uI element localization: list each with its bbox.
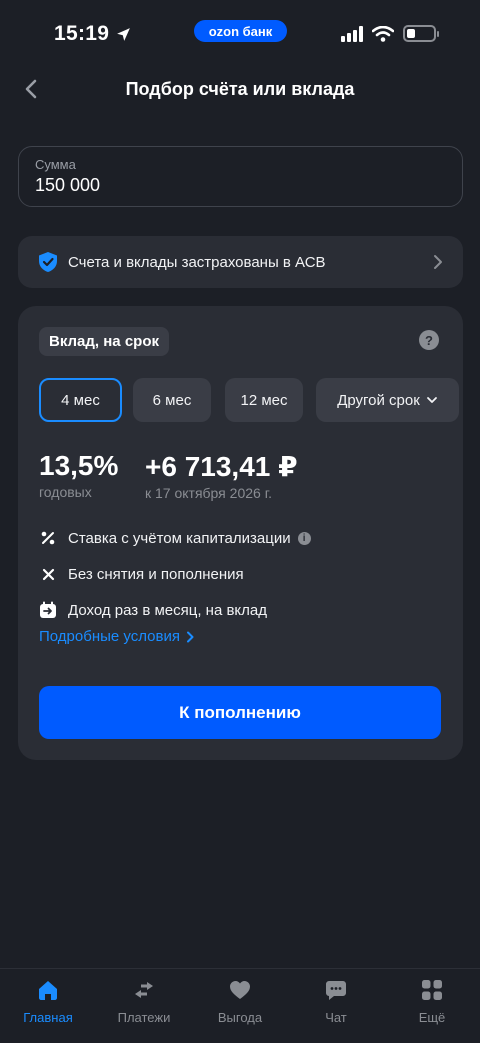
chevron-right-icon (434, 255, 442, 269)
term-chip-6[interactable]: 6 мес (133, 378, 211, 422)
rate-value: 13,5% (39, 450, 119, 481)
wifi-icon (372, 25, 394, 42)
feature-text: Без снятия и пополнения (68, 565, 244, 583)
status-time-text: 15:19 (54, 22, 110, 45)
feature-item: Ставка с учётом капитализации i (39, 520, 311, 556)
feature-item: Без снятия и пополнения (39, 556, 311, 592)
term-chip-12[interactable]: 12 мес (225, 378, 303, 422)
amount-field[interactable]: Сумма 150 000 (18, 146, 463, 207)
tab-label: Платежи (117, 1010, 171, 1025)
page-title: Подбор счёта или вклада (125, 79, 355, 99)
tab-label: Главная (23, 1010, 73, 1025)
shield-check-icon (39, 252, 57, 272)
header: Подбор счёта или вклада (0, 70, 480, 110)
rate-block: 13,5% годовых (39, 450, 118, 500)
percent-icon (39, 529, 57, 547)
status-time: 15:19 (54, 22, 132, 46)
top-up-button[interactable]: К пополнению (39, 686, 441, 739)
brand-pill: ozon банк (194, 20, 287, 42)
insurance-row[interactable]: Счета и вклады застрахованы в АСВ (18, 236, 463, 288)
feature-item: Доход раз в месяц, на вклад (39, 592, 311, 628)
income-value: +6 713,41 ₽ (145, 451, 298, 482)
close-icon (39, 565, 57, 583)
chat-icon (326, 981, 346, 1000)
tab-bar: Главная Платежи Выгода Чат Ещё (0, 968, 480, 1043)
status-bar: 15:19 ozon банк (0, 0, 480, 70)
income-caption: к 17 октября 2026 г. (145, 485, 272, 501)
tab-home[interactable]: Главная (0, 979, 96, 1035)
tab-label: Выгода (217, 1010, 263, 1025)
home-icon (39, 981, 57, 1000)
feature-text: Доход раз в месяц, на вклад (68, 601, 268, 619)
term-chip-4[interactable]: 4 мес (39, 378, 122, 422)
feature-text: Ставка с учётом капитализации (68, 529, 291, 547)
term-chip-other[interactable]: Другой срок (316, 378, 459, 422)
details-link-text: Подробные условия (39, 628, 180, 645)
tab-label: Ещё (418, 1010, 446, 1025)
info-icon[interactable]: i (297, 531, 311, 545)
cellular-signal-icon (341, 25, 363, 42)
tab-more[interactable]: Ещё (384, 979, 480, 1035)
tab-chat[interactable]: Чат (288, 979, 384, 1035)
amount-input[interactable]: 150 000 (35, 175, 446, 196)
term-chip-label: 6 мес (152, 391, 192, 409)
chevron-down-icon (426, 397, 437, 403)
status-indicators (341, 25, 439, 42)
features-list: Ставка с учётом капитализации i Без снят… (39, 520, 311, 628)
insurance-text: Счета и вклады застрахованы в АСВ (68, 253, 326, 271)
battery-icon (403, 25, 439, 42)
transfer-icon (135, 982, 153, 998)
grid-icon (422, 980, 442, 1000)
term-chip-label: 12 мес (240, 391, 288, 409)
help-icon[interactable]: ? (419, 330, 439, 350)
deposit-type-tag: Вклад, на срок (39, 327, 169, 356)
tab-payments[interactable]: Платежи (96, 979, 192, 1035)
deposit-card: Вклад, на срок ? 4 мес 6 мес 12 мес Друг… (18, 306, 463, 760)
rate-caption: годовых (39, 484, 92, 500)
income-block: +6 713,41 ₽ к 17 октября 2026 г. (145, 450, 298, 501)
location-arrow-icon (117, 27, 131, 41)
tab-label: Чат (325, 1010, 347, 1025)
amount-label: Сумма (35, 157, 76, 172)
term-chip-label: 4 мес (61, 391, 100, 409)
calendar-icon (39, 601, 57, 619)
chevron-right-icon (186, 631, 194, 642)
heart-icon (230, 981, 250, 999)
details-link[interactable]: Подробные условия (39, 628, 194, 645)
term-chip-label: Другой срок (337, 391, 420, 409)
tab-benefits[interactable]: Выгода (192, 979, 288, 1035)
